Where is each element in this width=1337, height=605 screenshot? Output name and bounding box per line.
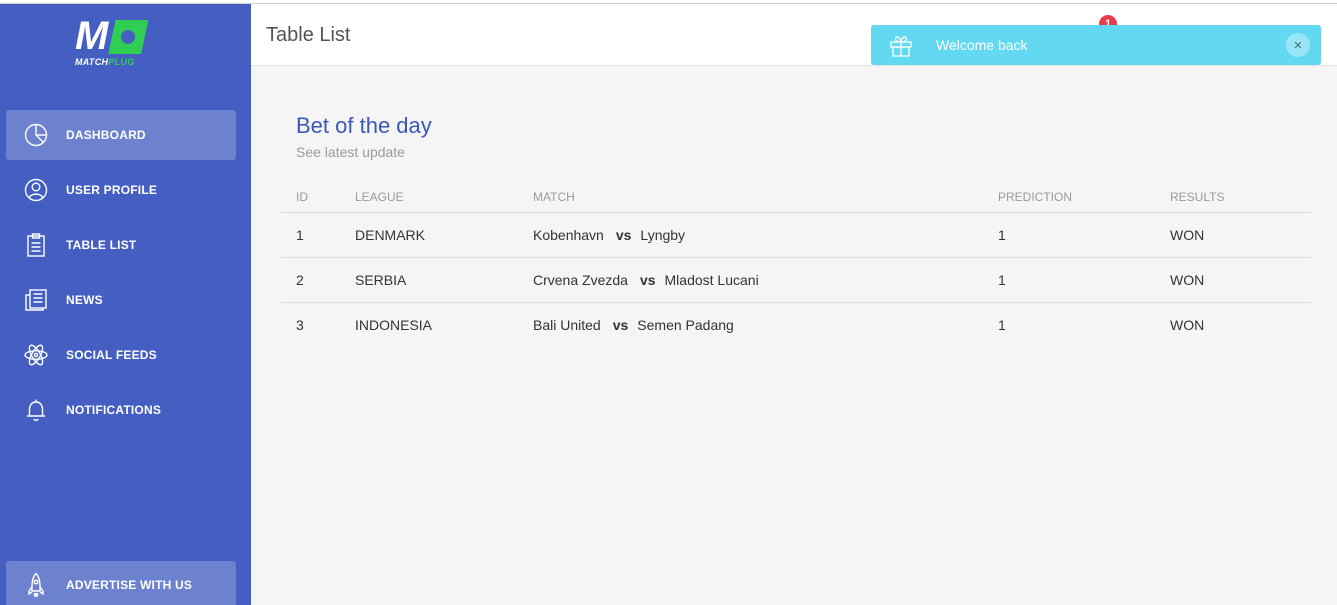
away-team: Mladost Lucani	[664, 271, 759, 288]
gift-icon	[887, 31, 915, 59]
clipboard-icon	[22, 231, 50, 259]
sidebar-item-label: DASHBOARD	[66, 128, 146, 142]
atom-icon	[22, 341, 50, 369]
card-title: Bet of the day	[296, 113, 432, 138]
wordmark-match: MATCH	[75, 57, 109, 67]
card-subtitle: See latest update	[296, 144, 405, 160]
advertise-label: ADVERTISE WITH US	[66, 578, 193, 592]
sidebar: M MATCHPLUG DASHBOARD USER PROFILE TABLE…	[0, 4, 251, 605]
cell-id: 1	[281, 212, 355, 258]
home-team: Crvena Zvezda	[533, 271, 628, 288]
matchplug-logo[interactable]: M MATCHPLUG	[75, 14, 169, 74]
vs-label: vs	[612, 316, 629, 333]
cell-result: WON	[1170, 316, 1205, 333]
sidebar-item-social-feeds[interactable]: SOCIAL FEEDS	[6, 330, 236, 380]
close-icon[interactable]: ×	[1286, 33, 1310, 57]
newspaper-icon	[22, 286, 50, 314]
plug-icon	[108, 20, 149, 54]
home-team: Bali United	[533, 316, 601, 333]
sidebar-item-label: TABLE LIST	[66, 238, 137, 252]
cell-prediction: 1	[998, 316, 1006, 333]
window-top-border	[0, 0, 1337, 4]
logo-wordmark: MATCHPLUG	[75, 57, 169, 67]
column-header-prediction: PREDICTION	[998, 182, 1170, 213]
cell-match: Bali United vs Semen Padang	[533, 302, 998, 347]
cell-result: WON	[1170, 257, 1311, 303]
cell-prediction: 1	[998, 257, 1170, 303]
table-header-row: ID LEAGUE MATCH PREDICTION RESULTS	[281, 182, 1311, 213]
sidebar-item-label: SOCIAL FEEDS	[66, 348, 157, 362]
sidebar-item-table-list[interactable]: TABLE LIST	[6, 220, 236, 270]
cell-league: INDONESIA	[355, 316, 433, 333]
away-team: Semen Padang	[637, 316, 734, 333]
toast-message: Welcome back	[936, 37, 1028, 53]
column-header-league: LEAGUE	[355, 182, 533, 213]
sidebar-item-user-profile[interactable]: USER PROFILE	[6, 165, 236, 215]
column-header-match: MATCH	[533, 182, 998, 213]
table-row: 1 DENMARK Kobenhavn vs Lyngby 1 WON	[281, 212, 1311, 258]
table-row: 3 INDONESIA Bali United vs Semen Padang 1 …	[281, 302, 1311, 347]
logo-letter: M	[75, 14, 108, 58]
cell-prediction: 1	[998, 212, 1170, 258]
column-header-results: RESULTS	[1170, 182, 1311, 213]
pie-chart-icon	[22, 121, 50, 149]
column-header-id: ID	[281, 182, 355, 213]
cell-id: 2	[281, 257, 355, 303]
sidebar-item-label: USER PROFILE	[66, 183, 158, 197]
table-row: 2 SERBIA Crvena Zvezda vs Mladost Lucani 1…	[281, 257, 1311, 303]
cell-match: Crvena Zvezda vs Mladost Lucani	[533, 257, 998, 303]
sidebar-nav: DASHBOARD USER PROFILE TABLE LIST NEWS S…	[6, 110, 236, 440]
vs-label: vs	[615, 226, 632, 243]
advertise-button[interactable]: ADVERTISE WITH US	[6, 561, 236, 605]
cell-id: 3	[296, 316, 304, 333]
wordmark-plug: PLUG	[108, 57, 135, 67]
home-team: Kobenhavn	[533, 226, 604, 243]
sidebar-item-news[interactable]: NEWS	[6, 275, 236, 325]
away-team: Lyngby	[640, 226, 686, 243]
cell-result: WON	[1170, 212, 1311, 258]
cell-match: Kobenhavn vs Lyngby	[533, 212, 998, 258]
sidebar-item-label: NOTIFICATIONS	[66, 403, 162, 417]
logo-mark: M	[75, 14, 169, 58]
bets-table: ID LEAGUE MATCH PREDICTION RESULTS 1 DEN…	[281, 182, 1311, 347]
cell-league: SERBIA	[355, 257, 533, 303]
page-title: Table List	[266, 24, 351, 46]
user-icon	[22, 176, 50, 204]
sidebar-item-dashboard[interactable]: DASHBOARD	[6, 110, 236, 160]
rocket-icon	[22, 571, 50, 599]
welcome-toast: Welcome back ×	[871, 25, 1321, 65]
bell-icon	[22, 396, 50, 424]
vs-label: vs	[639, 271, 656, 288]
cell-league: DENMARK	[355, 212, 533, 258]
sidebar-item-label: NEWS	[66, 293, 103, 307]
sidebar-item-notifications[interactable]: NOTIFICATIONS	[6, 385, 236, 435]
